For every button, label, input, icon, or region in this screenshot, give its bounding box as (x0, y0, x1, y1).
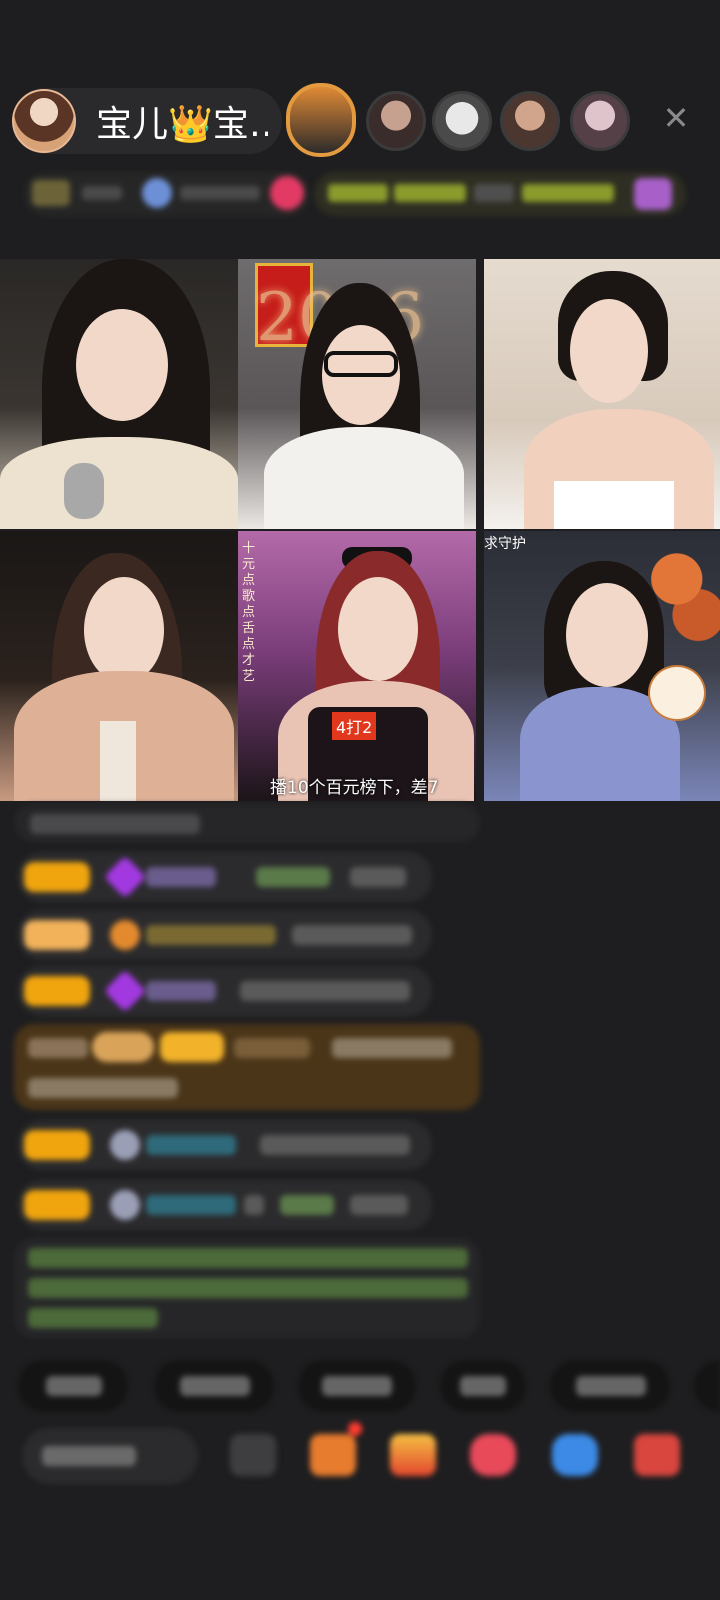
viewer-avatar-2[interactable] (366, 91, 426, 151)
more-icon[interactable] (634, 1434, 680, 1476)
game-tag: 4打2 (332, 712, 377, 740)
activity-strip[interactable] (314, 172, 686, 216)
host-pill[interactable]: 宝儿👑宝… (12, 88, 282, 154)
video-tile-4[interactable] (0, 531, 238, 801)
chat-gift-row[interactable] (14, 1024, 480, 1110)
comment-input[interactable] (22, 1428, 198, 1484)
host-name: 宝儿👑宝… (96, 104, 268, 145)
video-tile-6[interactable]: 求守护 (484, 531, 720, 801)
rank-strip[interactable] (24, 172, 309, 216)
quick-chip-6[interactable] (694, 1360, 720, 1412)
quick-chip-4[interactable] (440, 1360, 526, 1412)
tile-caption: 播10个百元榜下，差7 (270, 778, 439, 798)
chat-message-row[interactable] (18, 910, 432, 960)
viewer-avatar-1[interactable] (286, 83, 356, 157)
chat-system-row (14, 804, 480, 842)
task-icon[interactable] (310, 1434, 356, 1476)
quick-chip-1[interactable] (18, 1360, 128, 1412)
quick-chip-2[interactable] (154, 1360, 274, 1412)
quick-chip-3[interactable] (298, 1360, 416, 1412)
video-tile-1[interactable] (0, 259, 238, 529)
game-icon[interactable] (552, 1434, 598, 1476)
video-tile-5[interactable]: 十元点歌点舌点才艺 4打2 播10个百元榜下，差7 (238, 531, 476, 801)
guard-text: 求守护 (484, 536, 526, 552)
chat-message-row[interactable] (18, 852, 432, 902)
video-grid: 2026 十元点歌点舌点才艺 4打2 播10个百元榜下，差7 求守护 (0, 259, 720, 801)
emoji-icon[interactable] (230, 1434, 276, 1476)
close-icon[interactable]: ✕ (660, 102, 692, 134)
quick-chip-5[interactable] (550, 1360, 670, 1412)
host-avatar[interactable] (12, 89, 76, 153)
chat-notice-row (14, 1238, 480, 1338)
notification-dot (348, 1422, 362, 1436)
video-tile-3[interactable] (484, 259, 720, 529)
dotted-top (554, 481, 674, 529)
chat-message-row[interactable] (18, 1120, 432, 1170)
gift-icon[interactable] (470, 1434, 516, 1476)
gift-box-icon[interactable] (390, 1434, 436, 1476)
chat-message-row[interactable] (18, 966, 432, 1016)
chat-message-row[interactable] (18, 1180, 432, 1230)
vertical-text: 十元点歌点舌点才艺 (242, 541, 256, 684)
viewer-avatar-3[interactable] (432, 91, 492, 151)
viewer-avatar-4[interactable] (500, 91, 560, 151)
hamster-sticker (648, 665, 706, 721)
video-tile-2[interactable]: 2026 (238, 259, 476, 529)
glasses-icon (324, 351, 398, 377)
microphone-icon (64, 463, 104, 519)
viewer-avatar-5[interactable] (570, 91, 630, 151)
